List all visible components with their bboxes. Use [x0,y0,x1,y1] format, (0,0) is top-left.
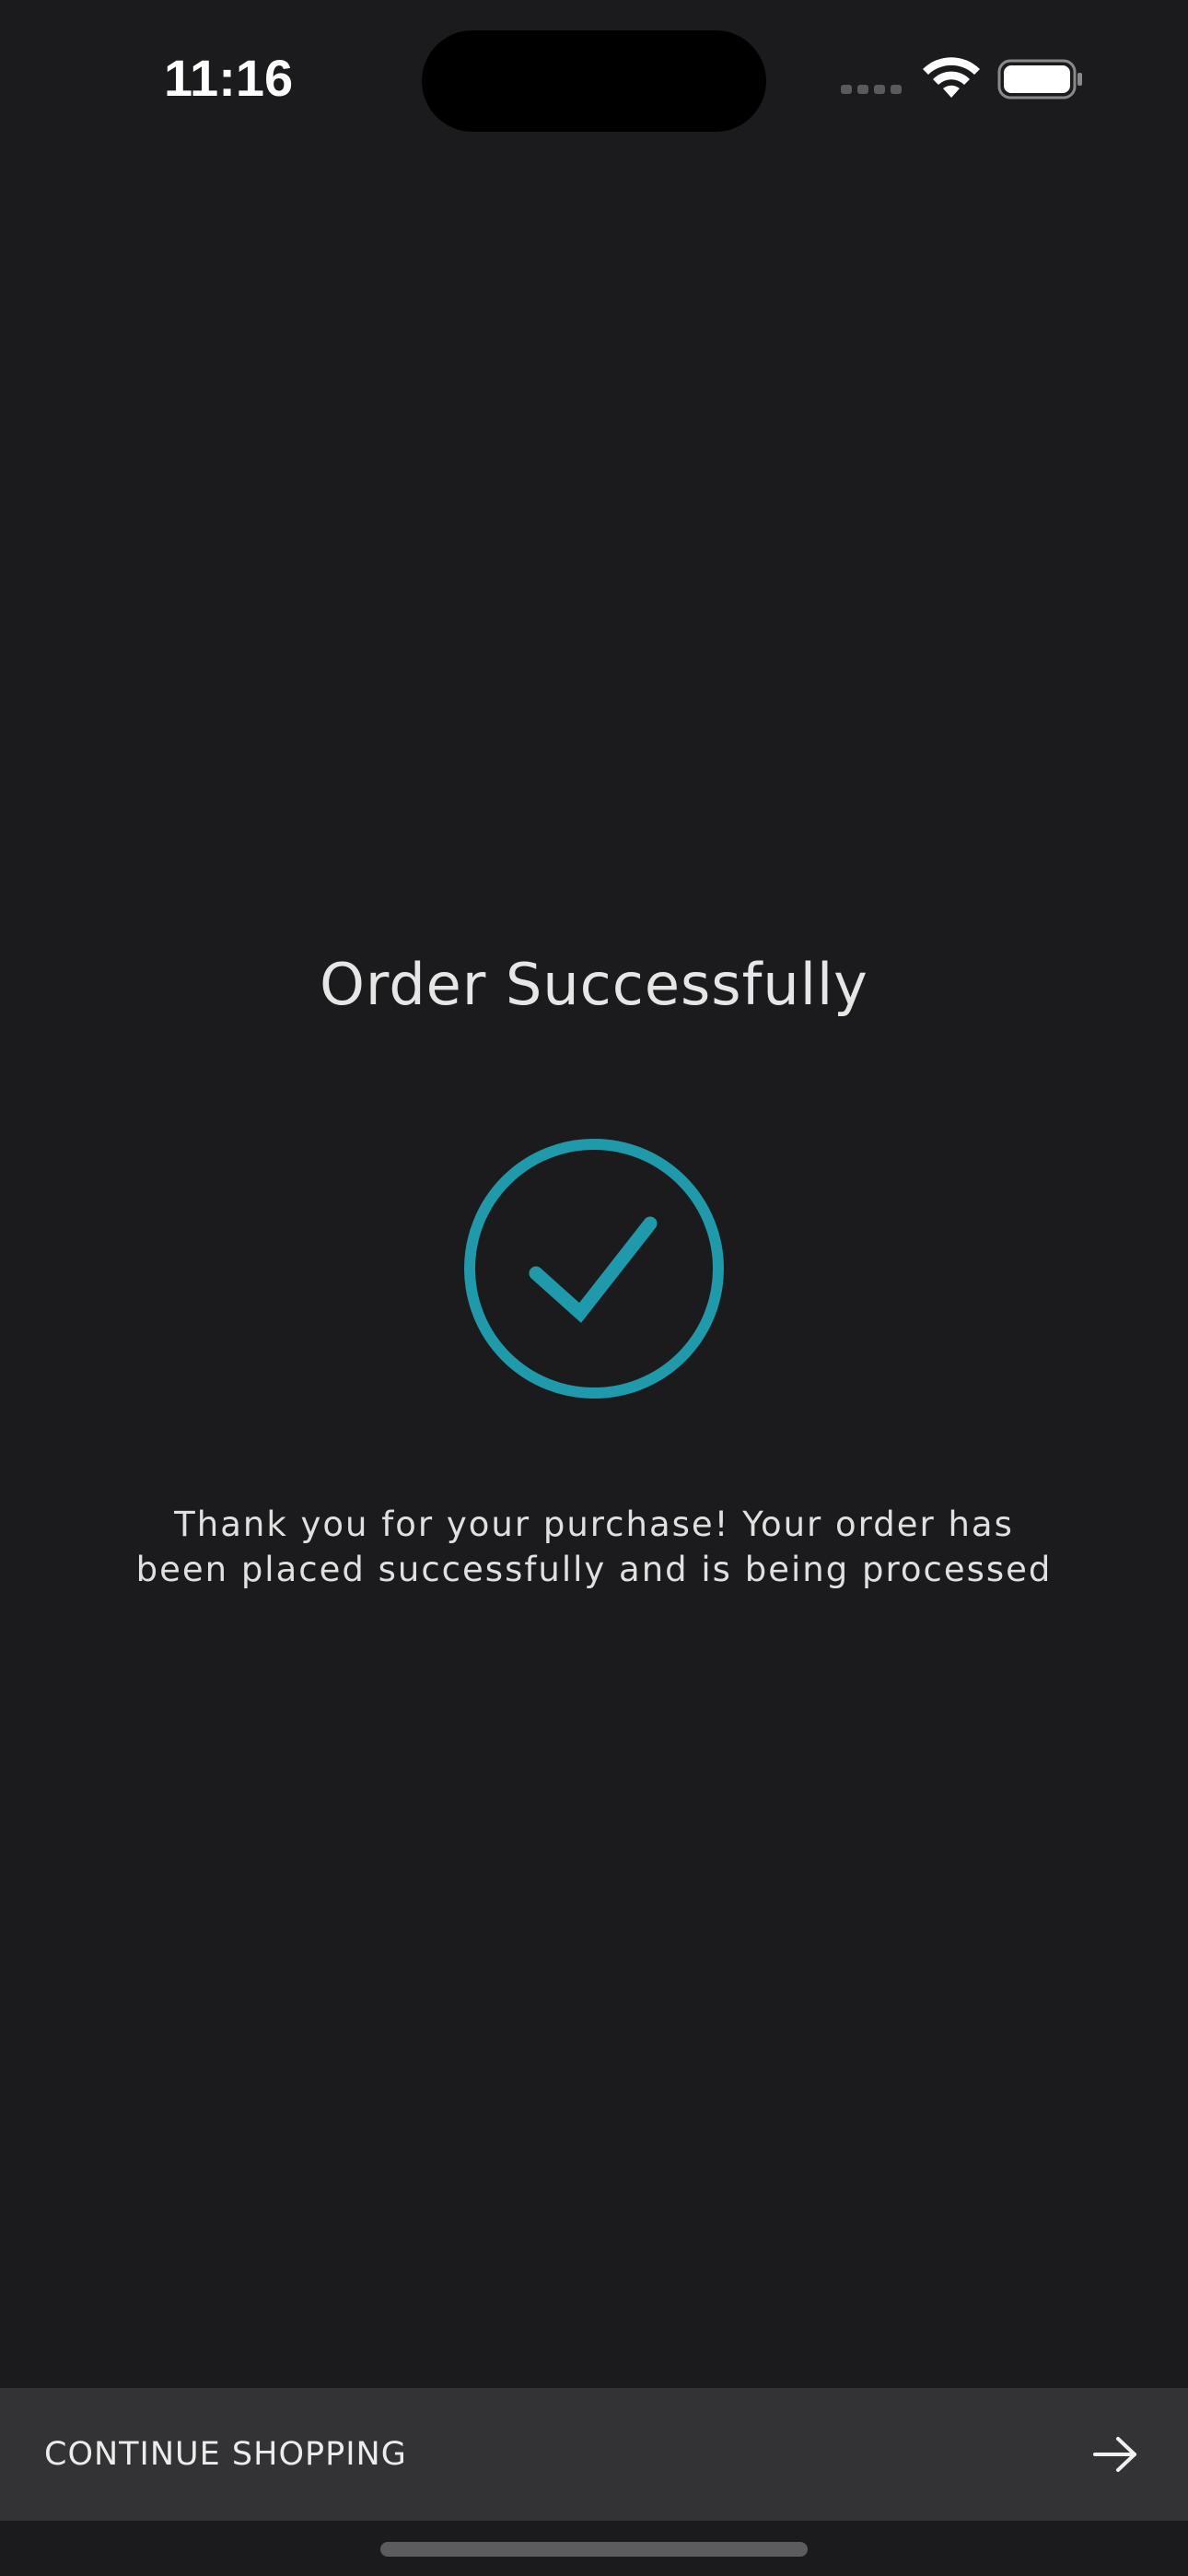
check-circle-icon [464,1139,724,1399]
status-time: 11:16 [164,49,294,107]
battery-icon [997,59,1082,100]
wifi-icon [923,57,980,98]
dynamic-island [422,30,766,132]
continue-shopping-label: CONTINUE SHOPPING [44,2436,407,2473]
order-success-message: Thank you for your purchase! Your order … [135,1505,1053,1589]
continue-shopping-button[interactable]: CONTINUE SHOPPING [0,2388,1188,2521]
cellular-signal-icon [841,85,902,94]
arrow-right-icon [1093,2437,1136,2472]
page-title: Order Successfully [320,951,868,1018]
status-bar: 11:16 [0,0,1188,157]
home-indicator[interactable] [380,2542,808,2557]
